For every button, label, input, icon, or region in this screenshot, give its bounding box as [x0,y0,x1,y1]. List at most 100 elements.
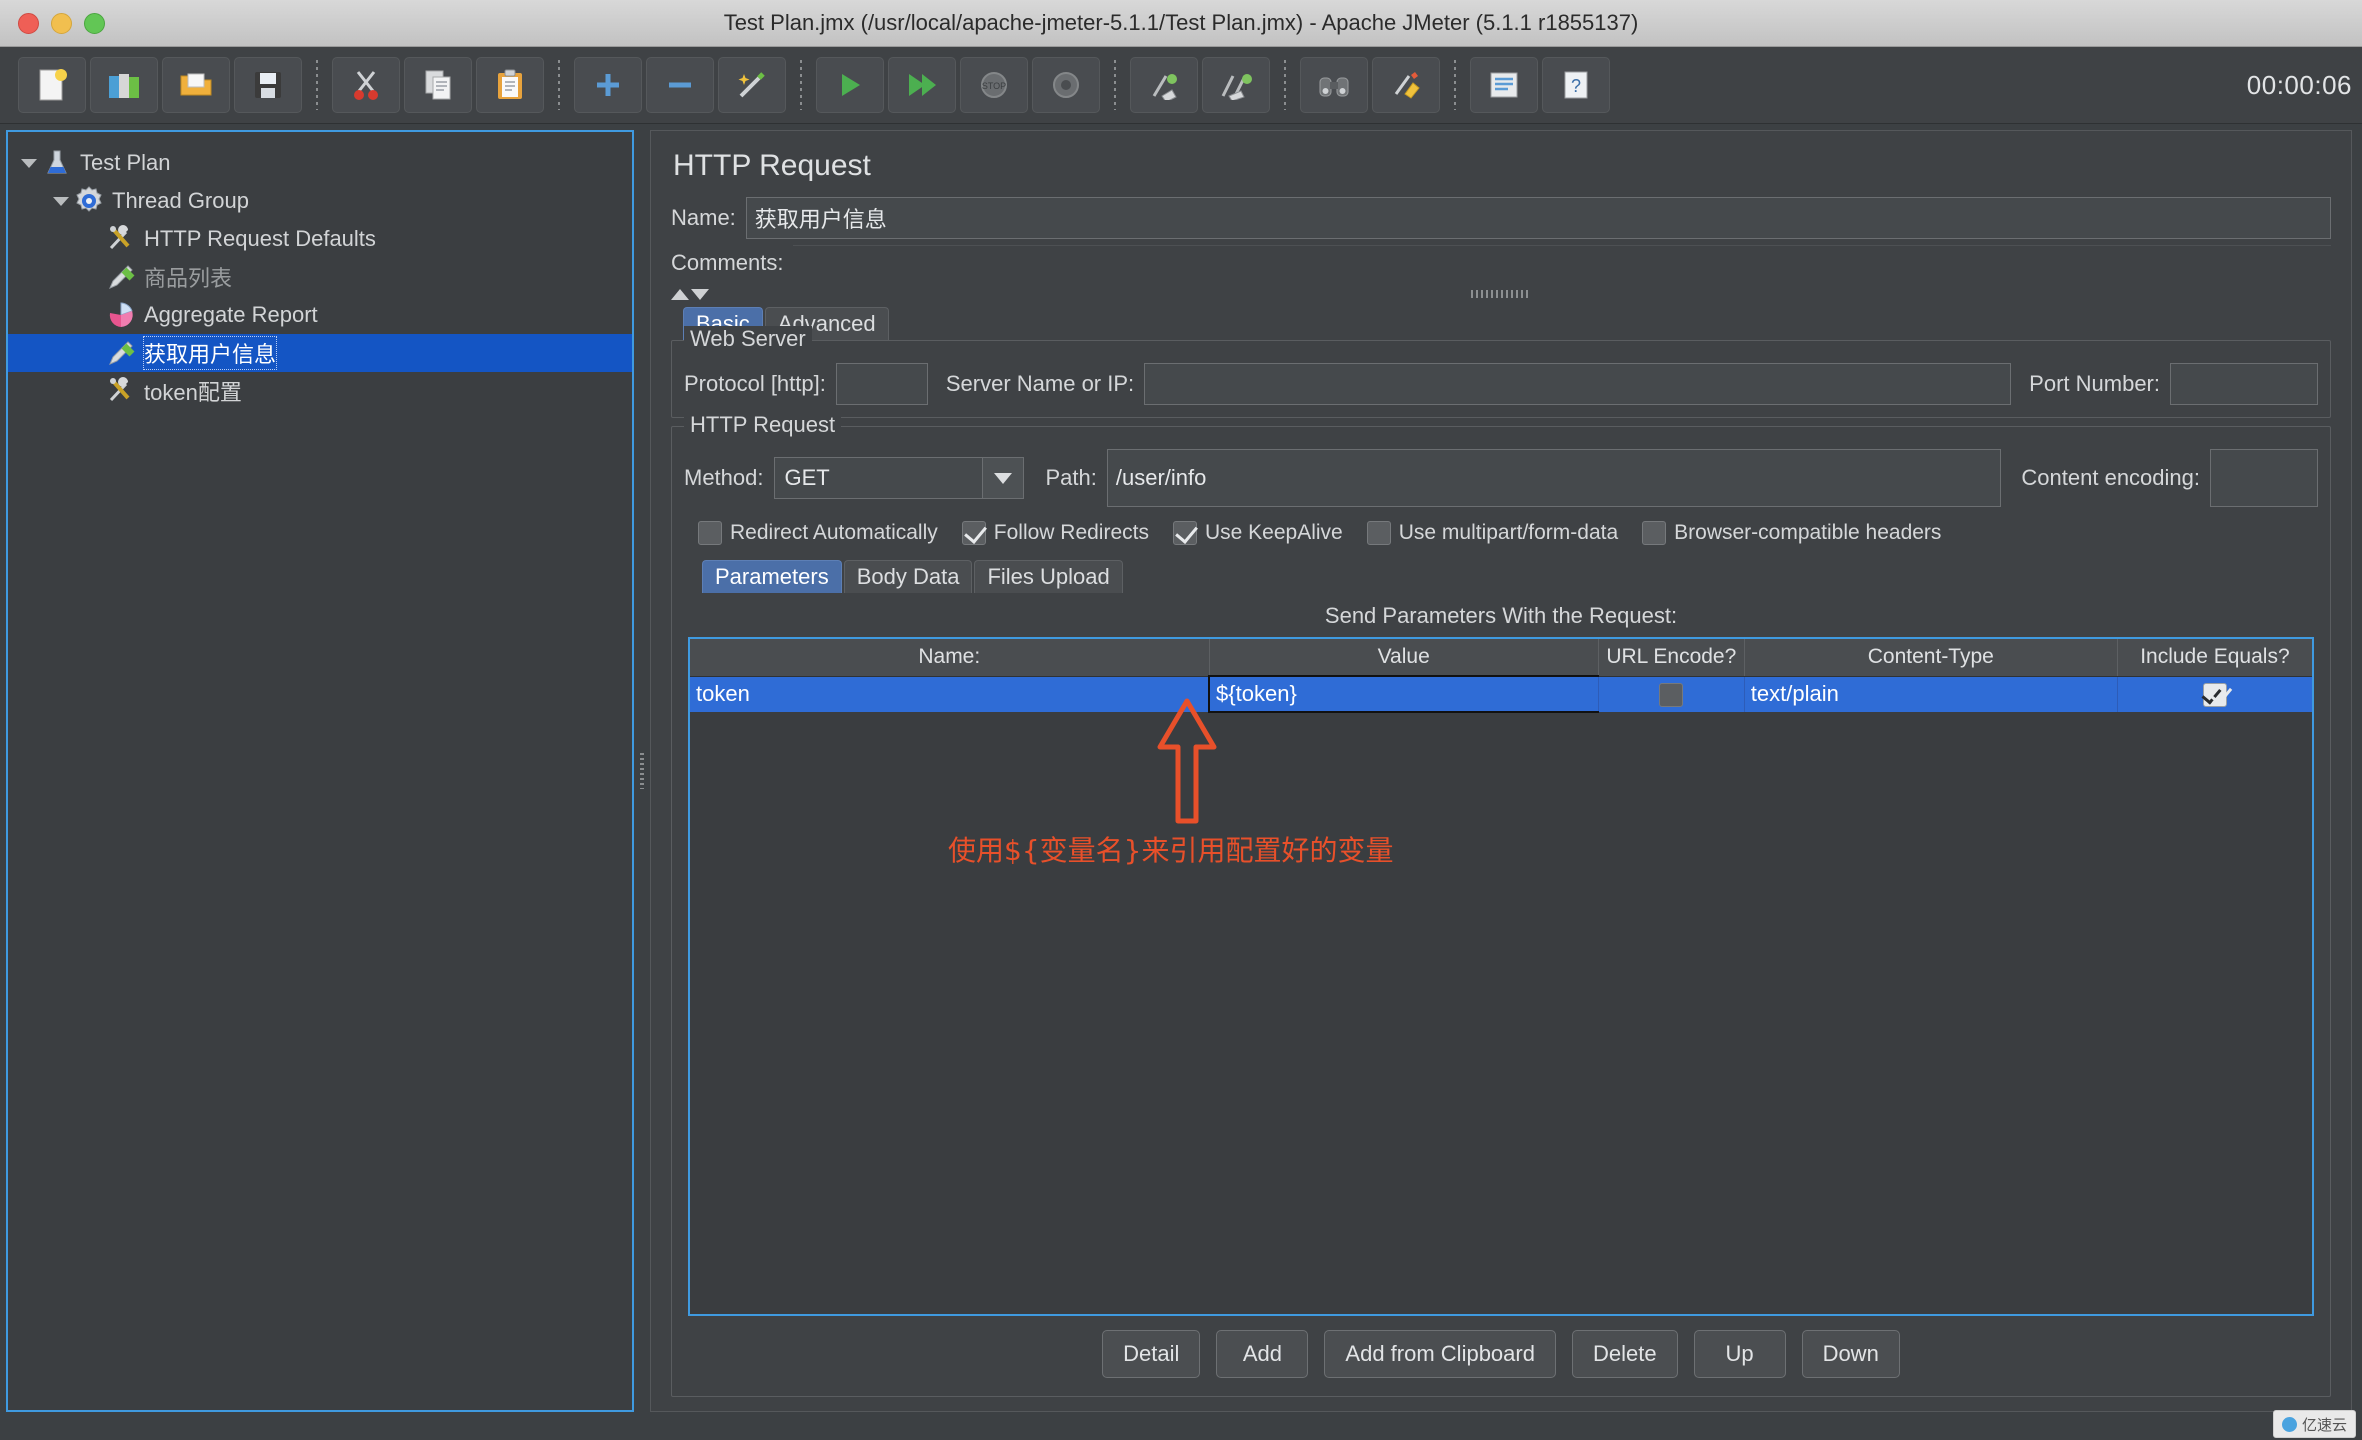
tab-parameters[interactable]: Parameters [702,560,842,593]
pane-splitter[interactable] [634,124,650,1418]
tree-item-test-plan[interactable]: Test Plan [8,144,632,182]
tree-item-token-config[interactable]: token配置 [8,372,632,410]
clipboard-icon [498,69,522,99]
paste-button[interactable] [476,57,544,113]
add-from-clipboard-button[interactable]: Add from Clipboard [1324,1330,1556,1378]
clear-all-button[interactable] [1202,57,1270,113]
browser-compatible-headers-option[interactable]: Browser-compatible headers [1642,521,1941,545]
function-helper-button[interactable] [1470,57,1538,113]
protocol-input[interactable] [835,363,928,405]
collapse-up-icon[interactable] [671,288,689,300]
toolbar-separator [1114,60,1116,110]
reset-search-button[interactable] [1372,57,1440,113]
maximize-button[interactable] [84,12,105,34]
comments-input[interactable] [793,245,2331,280]
cell-param-value[interactable]: ${token} [1208,675,1599,713]
col-content-type[interactable]: Content-Type [1744,639,2118,677]
status-bar: 亿速云 [0,1410,2362,1440]
open-button[interactable] [162,57,230,113]
search-button[interactable] [1300,57,1368,113]
clear-button[interactable] [1130,57,1198,113]
drag-handle[interactable] [1471,290,1531,298]
tab-body-data[interactable]: Body Data [843,560,973,593]
expand-button[interactable] [574,57,642,113]
browser-compatible-headers-checkbox[interactable] [1642,521,1667,545]
use-keepalive-checkbox[interactable] [1172,521,1197,545]
tab-files-upload[interactable]: Files Upload [974,560,1123,593]
delete-button[interactable]: Delete [1571,1330,1678,1378]
col-value[interactable]: Value [1209,639,1599,677]
splitter-grip[interactable] [640,753,644,789]
tree-item-product-list[interactable]: 商品列表 [8,258,632,296]
content-encoding-input[interactable] [2210,449,2318,507]
server-input[interactable] [1144,363,2012,405]
cut-button[interactable] [332,57,400,113]
tree-item-thread-group[interactable]: Thread Group [8,182,632,220]
tree-item-http-request-defaults[interactable]: HTTP Request Defaults [8,220,632,258]
detail-button[interactable]: Detail [1102,1330,1201,1378]
tree-item-label: Thread Group [112,188,249,213]
shutdown-button[interactable] [1032,57,1100,113]
stop-button[interactable]: STOP [960,57,1028,113]
editor-pane: HTTP Request Name: 获取用户信息 Comments: Basi… [650,130,2352,1412]
name-input[interactable]: 获取用户信息 [745,197,2331,239]
collapse-button[interactable] [646,57,714,113]
tree-item-get-user-info[interactable]: 获取用户信息 [8,334,632,372]
add-button[interactable]: Add [1216,1330,1309,1378]
cell-url-encode[interactable] [1598,676,1745,712]
expand-arrow-icon[interactable] [18,152,40,174]
use-multipart-option[interactable]: Use multipart/form-data [1366,521,1618,545]
toggle-button[interactable] [718,57,786,113]
tree-item-label: Aggregate Report [144,302,318,327]
test-plan-tree[interactable]: Test Plan Thread Group HTTP Request Defa… [6,130,634,1412]
main-toolbar: STOP ? 00:00:06 [0,47,2362,124]
url-encode-checkbox[interactable] [1659,683,1684,708]
collapse-bar[interactable] [671,284,2331,304]
parameters-table-container[interactable]: Name: Value URL Encode? Content-Type Inc… [688,637,2314,1316]
cell-content-type[interactable]: text/plain [1744,676,2118,712]
basic-advanced-tabs: Basic Advanced [683,306,2337,340]
expand-arrow-icon[interactable] [50,190,72,212]
annotation-arrow-icon [1157,698,1217,824]
minimize-button[interactable] [51,12,72,34]
help-button[interactable]: ? [1542,57,1610,113]
down-button[interactable]: Down [1801,1330,1900,1378]
path-input[interactable]: /user/info [1106,449,2002,507]
follow-redirects-label: Follow Redirects [993,521,1149,544]
tree-item-aggregate-report[interactable]: Aggregate Report [8,296,632,334]
elapsed-timer: 00:00:06 [2246,70,2352,100]
start-no-pauses-button[interactable] [888,57,956,113]
table-row[interactable]: token ${token} text/plain [690,675,2312,713]
follow-redirects-checkbox[interactable] [961,521,986,545]
svg-text:STOP: STOP [982,81,1006,91]
method-label: Method: [684,465,764,490]
copy-button[interactable] [404,57,472,113]
include-equals-checkbox[interactable] [2201,683,2227,708]
http-request-legend: HTTP Request [684,412,842,438]
redirect-automatically-checkbox[interactable] [698,521,722,545]
use-multipart-checkbox[interactable] [1366,521,1391,545]
web-server-legend: Web Server [684,326,812,352]
save-button[interactable] [234,57,302,113]
name-label: Name: [671,205,736,230]
chevron-down-icon[interactable] [981,458,1023,498]
start-button[interactable] [816,57,884,113]
http-request-group: HTTP Request Method: GET Path: /user/inf… [671,412,2331,1397]
up-button[interactable]: Up [1693,1330,1786,1378]
collapse-down-icon[interactable] [691,288,709,300]
method-select[interactable]: GET [773,457,1024,499]
templates-button[interactable] [90,57,158,113]
col-name[interactable]: Name: [690,639,1210,677]
redirect-automatically-option[interactable]: Redirect Automatically [698,521,938,545]
follow-redirects-option[interactable]: Follow Redirects [961,521,1149,545]
close-button[interactable] [18,12,39,34]
col-url-encode[interactable]: URL Encode? [1598,639,1745,677]
new-button[interactable] [18,57,86,113]
use-keepalive-option[interactable]: Use KeepAlive [1172,521,1343,545]
flask-icon [47,150,67,174]
col-include-equals[interactable]: Include Equals? [2117,639,2312,677]
port-input[interactable] [2170,363,2318,405]
cell-param-name[interactable]: token [690,676,1210,712]
cell-include-equals[interactable] [2117,676,2312,712]
